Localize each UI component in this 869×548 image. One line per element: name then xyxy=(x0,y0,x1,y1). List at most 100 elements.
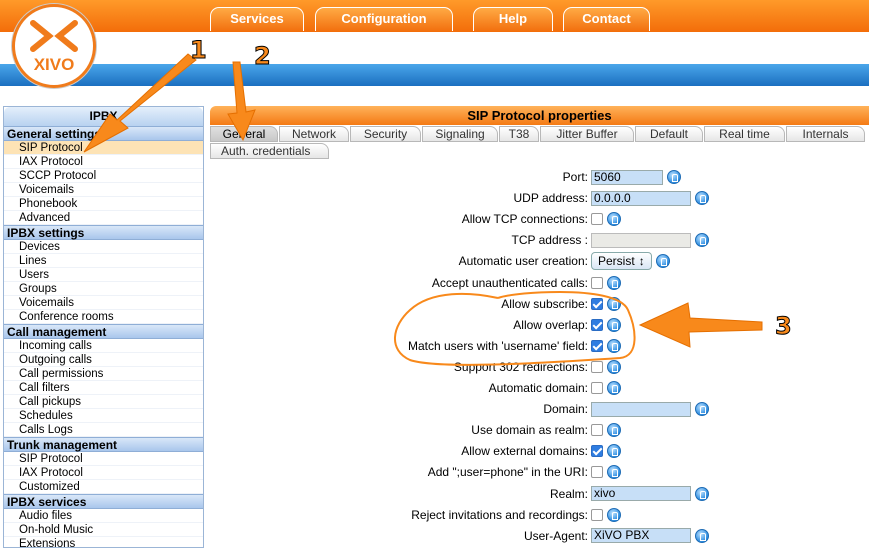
form-row: Allow external domains: xyxy=(210,441,869,461)
sidebar-item[interactable]: Lines xyxy=(4,254,203,268)
help-icon[interactable] xyxy=(695,528,709,543)
sidebar-item[interactable]: Conference rooms xyxy=(4,310,203,324)
field-control: XiVO PBX xyxy=(591,527,709,545)
form-row: Allow TCP connections: xyxy=(210,209,869,229)
field-control xyxy=(591,400,709,418)
sidebar-item[interactable]: IAX Protocol xyxy=(4,155,203,169)
field-control xyxy=(591,231,709,249)
sidebar-item[interactable]: Groups xyxy=(4,282,203,296)
help-icon[interactable] xyxy=(695,402,709,417)
tab[interactable]: Network xyxy=(279,126,349,142)
text-input[interactable]: 0.0.0.0 xyxy=(591,190,691,206)
tab[interactable]: General xyxy=(210,126,278,142)
text-input xyxy=(591,232,691,248)
checkbox[interactable] xyxy=(591,466,603,479)
form-row: User-Agent: XiVO PBX xyxy=(210,526,869,546)
sidebar-item[interactable]: Phonebook xyxy=(4,197,203,211)
form-row: Allow subscribe: xyxy=(210,294,869,314)
sidebar-item[interactable]: Customized xyxy=(4,480,203,494)
tab[interactable]: Default xyxy=(635,126,703,142)
help-icon[interactable] xyxy=(667,170,681,184)
form-row: Realm: xivo xyxy=(210,484,869,504)
checkbox[interactable] xyxy=(591,339,603,352)
tab[interactable]: Internals xyxy=(786,126,865,142)
checkbox[interactable] xyxy=(591,297,603,310)
sidebar-item[interactable]: Extensions xyxy=(4,537,203,547)
text-input[interactable] xyxy=(591,401,691,417)
select-dropdown[interactable]: Persist ↕ xyxy=(591,252,652,271)
form-row: Match users with 'username' field: xyxy=(210,336,869,356)
sidebar-item[interactable]: Devices xyxy=(4,240,203,254)
checkbox[interactable] xyxy=(591,276,603,289)
field-label: Add ";user=phone" in the URI: xyxy=(427,465,588,480)
field-control: xivo xyxy=(591,485,709,503)
checkbox[interactable] xyxy=(591,382,603,394)
sidebar-item[interactable]: SIP Protocol xyxy=(4,452,203,466)
sidebar-item[interactable]: On-hold Music xyxy=(4,523,203,537)
checkbox[interactable] xyxy=(591,508,603,521)
annotation-number-2: 2 xyxy=(254,42,272,71)
sidebar-item[interactable]: Schedules xyxy=(4,409,203,423)
field-label: Allow subscribe: xyxy=(501,296,588,311)
help-icon[interactable] xyxy=(695,191,709,206)
sidebar-item[interactable]: SIP Protocol xyxy=(4,141,203,155)
field-control xyxy=(591,442,621,460)
help-icon[interactable] xyxy=(607,423,621,438)
tab[interactable]: Real time xyxy=(704,126,785,142)
checkbox[interactable] xyxy=(591,213,603,226)
sidebar-section-header: Trunk management xyxy=(4,437,203,452)
tab[interactable]: T38 xyxy=(499,126,539,142)
sidebar-item[interactable]: Call permissions xyxy=(4,367,203,381)
field-control xyxy=(591,506,621,524)
sidebar-item[interactable]: Calls Logs xyxy=(4,423,203,437)
sidebar-item[interactable]: Advanced xyxy=(4,211,203,225)
sidebar-item[interactable]: Incoming calls xyxy=(4,339,203,353)
checkbox[interactable] xyxy=(591,318,603,331)
field-label: Accept unauthenticated calls: xyxy=(431,275,588,290)
help-icon[interactable] xyxy=(655,254,670,269)
help-icon[interactable] xyxy=(695,486,709,501)
sidebar-item[interactable]: Call filters xyxy=(4,381,203,395)
checkbox[interactable] xyxy=(591,424,603,437)
text-input[interactable]: XiVO PBX xyxy=(591,528,691,544)
form-row: Automatic domain: xyxy=(210,378,869,398)
sidebar-item[interactable]: Voicemails xyxy=(4,183,203,197)
help-icon[interactable] xyxy=(695,233,709,248)
nav-help[interactable]: Help xyxy=(473,7,553,31)
sidebar-section-header: IPBX settings xyxy=(4,225,203,240)
help-icon[interactable] xyxy=(607,381,621,395)
help-icon[interactable] xyxy=(607,465,621,480)
form-row: TCP address : xyxy=(210,230,869,250)
help-icon[interactable] xyxy=(607,317,621,332)
field-control: 5060 xyxy=(591,168,681,186)
nav-configuration[interactable]: Configuration xyxy=(315,7,453,31)
sidebar-item[interactable]: Outgoing calls xyxy=(4,353,203,367)
tab-auth-credentials[interactable]: Auth. credentials xyxy=(210,143,329,159)
form-row: Accept unauthenticated calls: xyxy=(210,273,869,293)
sidebar-item[interactable]: Users xyxy=(4,268,203,282)
help-icon[interactable] xyxy=(607,212,621,227)
field-label: Reject invitations and recordings: xyxy=(411,507,588,522)
nav-contact[interactable]: Contact xyxy=(563,7,650,31)
text-input[interactable]: 5060 xyxy=(591,169,663,185)
tab[interactable]: Jitter Buffer xyxy=(540,126,634,142)
sidebar-item[interactable]: SCCP Protocol xyxy=(4,169,203,183)
help-icon[interactable] xyxy=(607,507,621,522)
nav-services[interactable]: Services xyxy=(210,7,304,31)
checkbox[interactable] xyxy=(591,360,603,373)
field-control xyxy=(591,316,621,334)
help-icon[interactable] xyxy=(607,444,621,459)
text-input[interactable]: xivo xyxy=(591,486,691,501)
tab[interactable]: Signaling xyxy=(422,126,498,142)
sidebar-item[interactable]: Voicemails xyxy=(4,296,203,310)
help-icon[interactable] xyxy=(607,359,621,374)
help-icon[interactable] xyxy=(607,338,621,353)
checkbox[interactable] xyxy=(591,445,603,458)
tab[interactable]: Security xyxy=(350,126,421,142)
sidebar-item[interactable]: Audio files xyxy=(4,509,203,523)
sidebar-item[interactable]: Call pickups xyxy=(4,395,203,409)
help-icon[interactable] xyxy=(607,275,621,290)
field-control xyxy=(591,379,621,397)
help-icon[interactable] xyxy=(607,296,621,311)
sidebar-item[interactable]: IAX Protocol xyxy=(4,466,203,480)
